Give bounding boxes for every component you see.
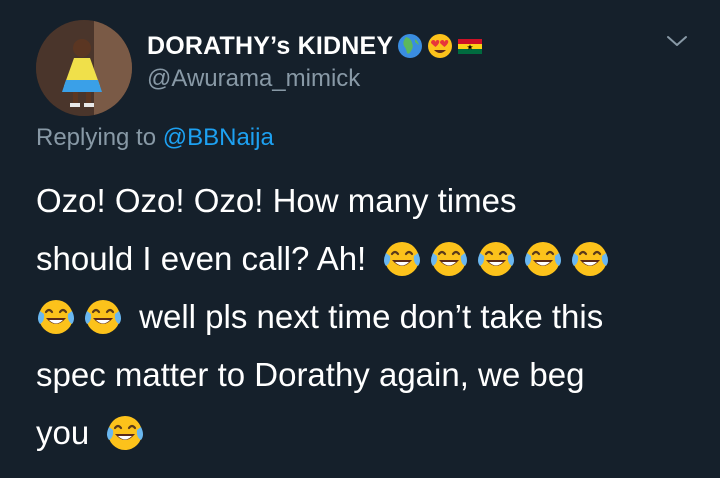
face-with-tears-of-joy-icon <box>429 239 469 279</box>
replying-to-line: Replying to @BBNaija <box>36 124 274 152</box>
face-with-tears-of-joy-icon <box>476 239 516 279</box>
tweet-text: Ozo! Ozo! Ozo! How many times should I e… <box>36 172 696 462</box>
tweet-text-line: spec matter to Dorathy again, we beg <box>36 346 696 404</box>
tweet-text-line: well pls next time don’t take this <box>36 288 696 346</box>
face-with-tears-of-joy-icon <box>382 239 422 279</box>
author-display-name[interactable]: DORATHY’s KIDNEY <box>147 32 393 61</box>
face-with-tears-of-joy-icon <box>36 297 76 337</box>
face-with-tears-of-joy-icon <box>105 413 145 453</box>
globe-africa-icon <box>397 33 423 59</box>
face-with-tears-of-joy-icon <box>523 239 563 279</box>
face-with-tears-of-joy-icon <box>83 297 123 337</box>
author-handle[interactable]: @Awurama_mimick <box>147 65 360 93</box>
avatar[interactable] <box>36 20 132 116</box>
tweet-text-line: should I even call? Ah! <box>36 230 696 288</box>
tweet-text-segment: you <box>36 414 99 451</box>
ghana-flag-icon <box>457 33 483 59</box>
tweet-text-segment: should I even call? Ah! <box>36 240 376 277</box>
tweet-text-line: you <box>36 404 696 462</box>
tweet-text-line: Ozo! Ozo! Ozo! How many times <box>36 172 696 230</box>
author-name-row[interactable]: DORATHY’s KIDNEY <box>147 31 483 61</box>
tweet-text-segment: spec matter to Dorathy again, we beg <box>36 356 585 393</box>
tweet-text-segment: well pls next time don’t take this <box>130 298 604 335</box>
heart-eyes-icon <box>427 33 453 59</box>
chevron-down-icon[interactable] <box>664 32 690 50</box>
tweet-text-segment: Ozo! Ozo! Ozo! How many times <box>36 182 517 219</box>
replying-to-label: Replying to <box>36 124 163 151</box>
reply-target-link[interactable]: @BBNaija <box>163 124 274 151</box>
face-with-tears-of-joy-icon <box>570 239 610 279</box>
